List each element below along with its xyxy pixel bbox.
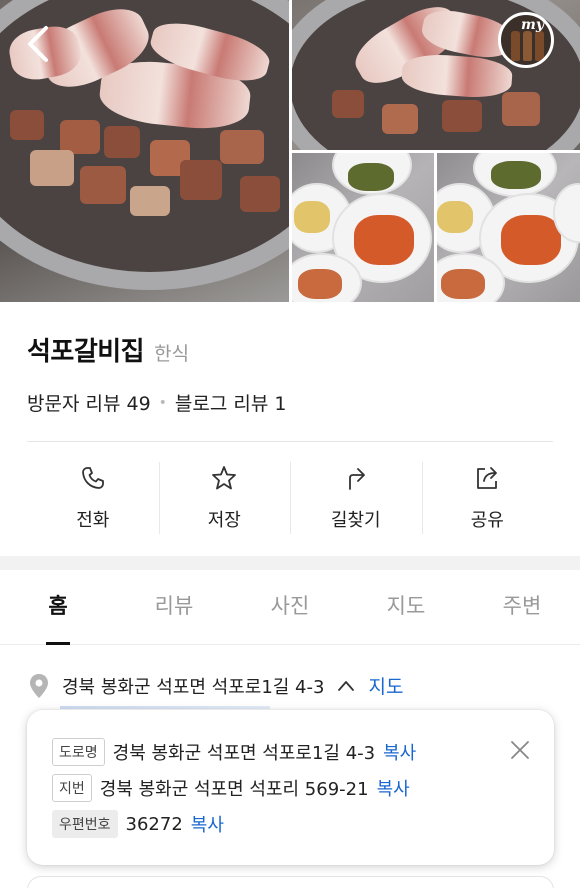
- tab-home[interactable]: 홈: [0, 570, 116, 644]
- save-button[interactable]: 저장: [158, 462, 291, 534]
- my-profile-badge[interactable]: my: [498, 12, 554, 68]
- directions-label: 길찾기: [330, 510, 381, 531]
- postal-code-text: 36272: [125, 813, 183, 835]
- place-title-row: 석포갈비집 한식: [27, 331, 189, 368]
- side-dish: [441, 269, 485, 299]
- tab-reviews[interactable]: 리뷰: [116, 570, 232, 644]
- bottle-image: [511, 31, 520, 61]
- road-address-tag: 도로명: [52, 738, 105, 766]
- tab-photos[interactable]: 사진: [232, 570, 348, 644]
- separator-dot: •: [158, 394, 167, 411]
- chevron-left-icon: [28, 26, 48, 62]
- meat-piece: [10, 110, 44, 140]
- address-detail-popup: 도로명 경북 봉화군 석포면 석포로1길 4-3 복사 지번 경북 봉화군 석포…: [27, 710, 554, 865]
- section-separator: [0, 556, 580, 570]
- jibun-address-row: 지번 경북 봉화군 석포면 석포리 569-21 복사: [52, 774, 410, 802]
- call-label: 전화: [76, 510, 110, 531]
- close-icon[interactable]: [508, 738, 532, 762]
- directions-icon: [348, 468, 365, 490]
- phone-icon: [81, 467, 104, 489]
- road-address-text: 경북 봉화군 석포면 석포로1길 4-3: [112, 743, 376, 764]
- badge-label: my: [521, 17, 544, 33]
- road-address-row: 도로명 경북 봉화군 석포면 석포로1길 4-3 복사: [52, 738, 416, 766]
- place-category: 한식: [154, 343, 190, 365]
- directions-button[interactable]: 길찾기: [290, 462, 422, 534]
- save-label: 저장: [207, 510, 241, 531]
- postal-code-row: 우편번호 36272 복사: [52, 810, 224, 838]
- meat-piece: [382, 104, 418, 134]
- photo-gallery[interactable]: my: [0, 0, 580, 302]
- meat-piece: [60, 120, 100, 154]
- copy-road-address-button[interactable]: 복사: [383, 739, 416, 765]
- meat-piece: [180, 160, 222, 200]
- side-dish: [348, 163, 394, 191]
- divider: [27, 441, 553, 442]
- meat-piece: [80, 166, 126, 204]
- side-dish: [294, 201, 330, 233]
- jibun-address-tag: 지번: [52, 774, 92, 802]
- call-button[interactable]: 전화: [27, 462, 159, 534]
- meat-piece: [332, 90, 364, 118]
- address-text: 경북 봉화군 석포면 석포로1길 4-3: [62, 676, 325, 698]
- tab-bar: 홈 리뷰 사진 지도 주변: [0, 570, 580, 645]
- meat-piece: [130, 186, 170, 216]
- meat-piece: [240, 176, 280, 212]
- tab-map[interactable]: 지도: [348, 570, 464, 644]
- review-summary: 방문자 리뷰 49 • 블로그 리뷰 1: [27, 389, 287, 416]
- meat-piece: [104, 126, 140, 158]
- bottle-image: [535, 31, 544, 61]
- visitor-review-link[interactable]: 방문자 리뷰 49: [27, 389, 151, 416]
- side-dish: [437, 201, 473, 233]
- side-dish: [298, 269, 342, 299]
- bottle-image: [523, 31, 532, 61]
- meat-piece: [502, 92, 540, 126]
- location-pin-icon: [30, 673, 48, 698]
- chevron-up-icon[interactable]: [336, 676, 356, 696]
- action-bar: 전화 저장 길찾기 공유: [27, 462, 553, 534]
- copy-jibun-address-button[interactable]: 복사: [377, 775, 410, 801]
- meat-piece: [220, 130, 264, 164]
- side-dish: [501, 215, 561, 265]
- meat-piece: [442, 100, 482, 132]
- jibun-address-text: 경북 봉화군 석포면 석포리 569-21: [99, 779, 369, 800]
- back-button[interactable]: [22, 24, 56, 64]
- next-card: [27, 876, 554, 888]
- place-name: 석포갈비집: [27, 337, 145, 367]
- star-icon: [212, 466, 237, 490]
- copy-postal-code-button[interactable]: 복사: [191, 811, 224, 837]
- photo-thumbnail-3[interactable]: [437, 153, 580, 302]
- share-label: 공유: [470, 510, 504, 531]
- blog-review-link[interactable]: 블로그 리뷰 1: [175, 389, 287, 416]
- obscured-text: [60, 706, 270, 709]
- postal-code-tag: 우편번호: [52, 810, 118, 838]
- address-row: 경북 봉화군 석포면 석포로1길 4-3 지도: [28, 672, 403, 699]
- meat-piece: [30, 150, 74, 186]
- tab-nearby[interactable]: 주변: [464, 570, 580, 644]
- share-button[interactable]: 공유: [421, 462, 554, 534]
- side-dish: [354, 215, 414, 265]
- photo-thumbnail-2[interactable]: [292, 153, 434, 302]
- side-dish: [491, 161, 541, 189]
- share-icon: [477, 467, 498, 489]
- map-link[interactable]: 지도: [368, 672, 403, 699]
